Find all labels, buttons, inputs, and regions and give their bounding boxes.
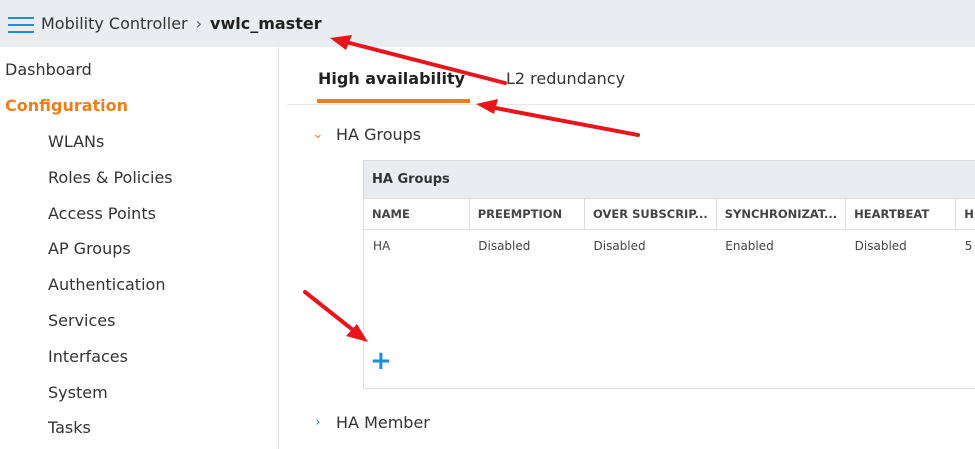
column-header-truncated[interactable]: H: [955, 199, 975, 230]
column-header-name[interactable]: NAME: [364, 199, 470, 230]
sidebar-item-tasks[interactable]: Tasks: [48, 418, 91, 437]
section-ha-groups-header[interactable]: ⌄ HA Groups: [308, 125, 422, 144]
tab-high-availability[interactable]: High availability: [318, 69, 465, 88]
breadcrumb-chevron-icon: ›: [195, 14, 203, 33]
section-ha-member-header[interactable]: › HA Member: [308, 413, 430, 432]
column-header-over-subscription[interactable]: OVER SUBSCRIP...: [584, 199, 717, 230]
cell-name: HA: [373, 239, 391, 253]
sidebar-item-ap-groups[interactable]: AP Groups: [48, 239, 131, 258]
tab-l2-redundancy[interactable]: L2 redundancy: [506, 69, 625, 88]
cell-over-subscription: Disabled: [593, 239, 646, 253]
sidebar-item-services[interactable]: Services: [48, 311, 115, 330]
table-header-row: NAME PREEMPTION OVER SUBSCRIP... SYNCHRO…: [364, 199, 975, 230]
sidebar-item-authentication[interactable]: Authentication: [48, 275, 165, 294]
breadcrumb-app[interactable]: Mobility Controller: [41, 14, 188, 33]
section-ha-groups-label: HA Groups: [336, 125, 422, 144]
column-header-preemption[interactable]: PREEMPTION: [469, 199, 586, 230]
sidebar-item-access-points[interactable]: Access Points: [48, 204, 156, 223]
sidebar-item-dashboard[interactable]: Dashboard: [5, 60, 92, 79]
panel-title: HA Groups: [364, 161, 975, 199]
column-header-heartbeat[interactable]: HEARTBEAT: [845, 199, 957, 230]
section-ha-member-label: HA Member: [336, 413, 430, 432]
tab-bar: High availability L2 redundancy: [287, 47, 975, 105]
hamburger-menu-icon[interactable]: [8, 14, 34, 34]
ha-groups-table: NAME PREEMPTION OVER SUBSCRIP... SYNCHRO…: [364, 199, 975, 262]
add-ha-group-plus-icon[interactable]: +: [370, 348, 392, 374]
main-content: High availability L2 redundancy ⌄ HA Gro…: [279, 47, 975, 449]
chevron-right-icon[interactable]: ›: [308, 415, 328, 430]
sidebar: Dashboard Configuration WLANs Roles & Po…: [0, 47, 279, 449]
table-row[interactable]: HA Disabled Disabled Enabled Disabled 5: [364, 230, 975, 263]
cell-truncated: 5: [964, 239, 973, 253]
top-bar: Mobility Controller › vwlc_master: [0, 0, 975, 47]
cell-preemption: Disabled: [478, 239, 531, 253]
breadcrumb-current: vwlc_master: [210, 14, 322, 33]
sidebar-item-roles-policies[interactable]: Roles & Policies: [48, 168, 173, 187]
sidebar-item-configuration[interactable]: Configuration: [5, 96, 128, 115]
chevron-down-icon[interactable]: ⌄: [308, 127, 328, 142]
ha-groups-panel: HA Groups NAME PREEMPTION OVER SUBSCRIP.…: [363, 160, 975, 389]
sidebar-item-wlans[interactable]: WLANs: [48, 132, 104, 151]
active-tab-indicator: [317, 99, 470, 103]
column-header-synchronization[interactable]: SYNCHRONIZAT...: [716, 199, 847, 230]
cell-synchronization: Enabled: [725, 239, 774, 253]
cell-heartbeat: Disabled: [854, 239, 907, 253]
sidebar-item-interfaces[interactable]: Interfaces: [48, 347, 128, 366]
sidebar-item-system[interactable]: System: [48, 383, 108, 402]
